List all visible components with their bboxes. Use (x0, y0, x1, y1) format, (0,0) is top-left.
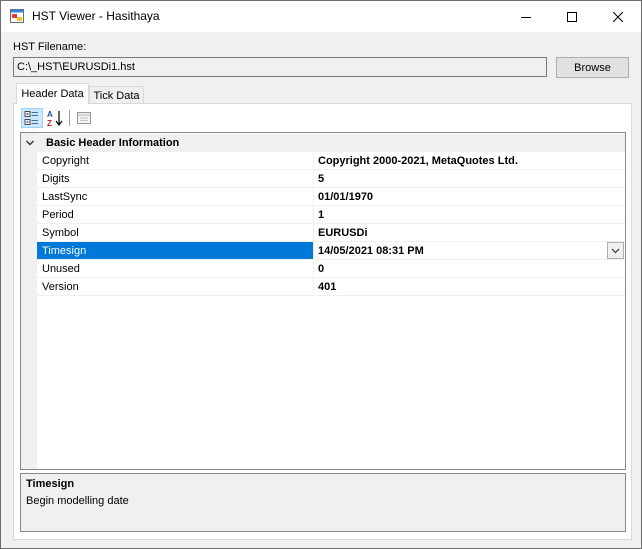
property-row-timesign[interactable]: Timesign 14/05/2021 08:31 PM (37, 242, 625, 260)
property-name: Timesign (37, 242, 314, 259)
property-value: 01/01/1970 (318, 191, 374, 203)
header-data-panel: A Z Basic Header Information Copyright C… (13, 103, 632, 540)
description-title: Timesign (26, 478, 75, 490)
property-name: Digits (37, 170, 314, 187)
property-value: 1 (318, 209, 325, 221)
property-row-unused[interactable]: Unused 0 (37, 260, 625, 278)
hst-filename-field[interactable] (13, 57, 547, 77)
property-name: Unused (37, 260, 314, 277)
property-name: Period (37, 206, 314, 223)
property-name: LastSync (37, 188, 314, 205)
tab-header-data[interactable]: Header Data (16, 83, 89, 104)
categorized-icon (24, 111, 38, 125)
tab-tick-data[interactable]: Tick Data (89, 86, 144, 104)
minimize-icon (521, 16, 531, 18)
property-name: Copyright (37, 152, 314, 169)
browse-button[interactable]: Browse (556, 57, 629, 78)
property-value: 401 (318, 281, 337, 293)
property-value: 0 (318, 263, 325, 275)
alphabetical-icon: A Z (47, 110, 63, 127)
main-window: HST Viewer - Hasithaya HST Filename: Bro… (0, 0, 642, 549)
svg-text:A: A (47, 110, 53, 119)
property-name: Version (37, 278, 314, 295)
app-icon (10, 9, 24, 23)
title-bar[interactable]: HST Viewer - Hasithaya (1, 1, 641, 32)
close-icon (613, 11, 623, 22)
maximize-button[interactable] (549, 1, 595, 32)
property-row-period[interactable]: Period 1 (37, 206, 625, 224)
close-button[interactable] (595, 1, 641, 32)
description-text: Begin modelling date (26, 495, 129, 507)
chevron-down-icon[interactable] (25, 138, 35, 148)
property-value[interactable]: 14/05/2021 08:31 PM (314, 242, 625, 259)
property-row-lastsync[interactable]: LastSync 01/01/1970 (37, 188, 625, 206)
property-pages-icon (77, 112, 91, 124)
maximize-icon (567, 11, 577, 22)
property-grid[interactable]: Basic Header Information Copyright Copyr… (20, 132, 626, 470)
property-row-copyright[interactable]: Copyright Copyright 2000-2021, MetaQuote… (37, 152, 625, 170)
chevron-down-icon (611, 248, 620, 254)
timesign-dropdown-button[interactable] (607, 242, 624, 259)
property-grid-toolbar: A Z (20, 106, 620, 130)
hst-filename-label: HST Filename: (13, 41, 87, 53)
categorized-button[interactable] (21, 108, 43, 128)
property-value: EURUSDi (318, 227, 368, 239)
description-pane: Timesign Begin modelling date (20, 473, 626, 532)
property-name: Symbol (37, 224, 314, 241)
property-row-symbol[interactable]: Symbol EURUSDi (37, 224, 625, 242)
property-row-digits[interactable]: Digits 5 (37, 170, 625, 188)
grid-left-margin (21, 133, 37, 469)
category-row[interactable]: Basic Header Information (21, 134, 625, 152)
property-value: 5 (318, 173, 325, 185)
minimize-button[interactable] (503, 1, 549, 32)
property-value: Copyright 2000-2021, MetaQuotes Ltd. (318, 155, 518, 167)
window-title: HST Viewer - Hasithaya (32, 9, 160, 23)
property-row-version[interactable]: Version 401 (37, 278, 625, 296)
toolbar-separator (69, 110, 70, 126)
property-pages-button[interactable] (73, 108, 95, 128)
svg-text:Z: Z (47, 119, 52, 127)
category-label: Basic Header Information (46, 137, 180, 149)
alphabetical-button[interactable]: A Z (44, 108, 66, 128)
